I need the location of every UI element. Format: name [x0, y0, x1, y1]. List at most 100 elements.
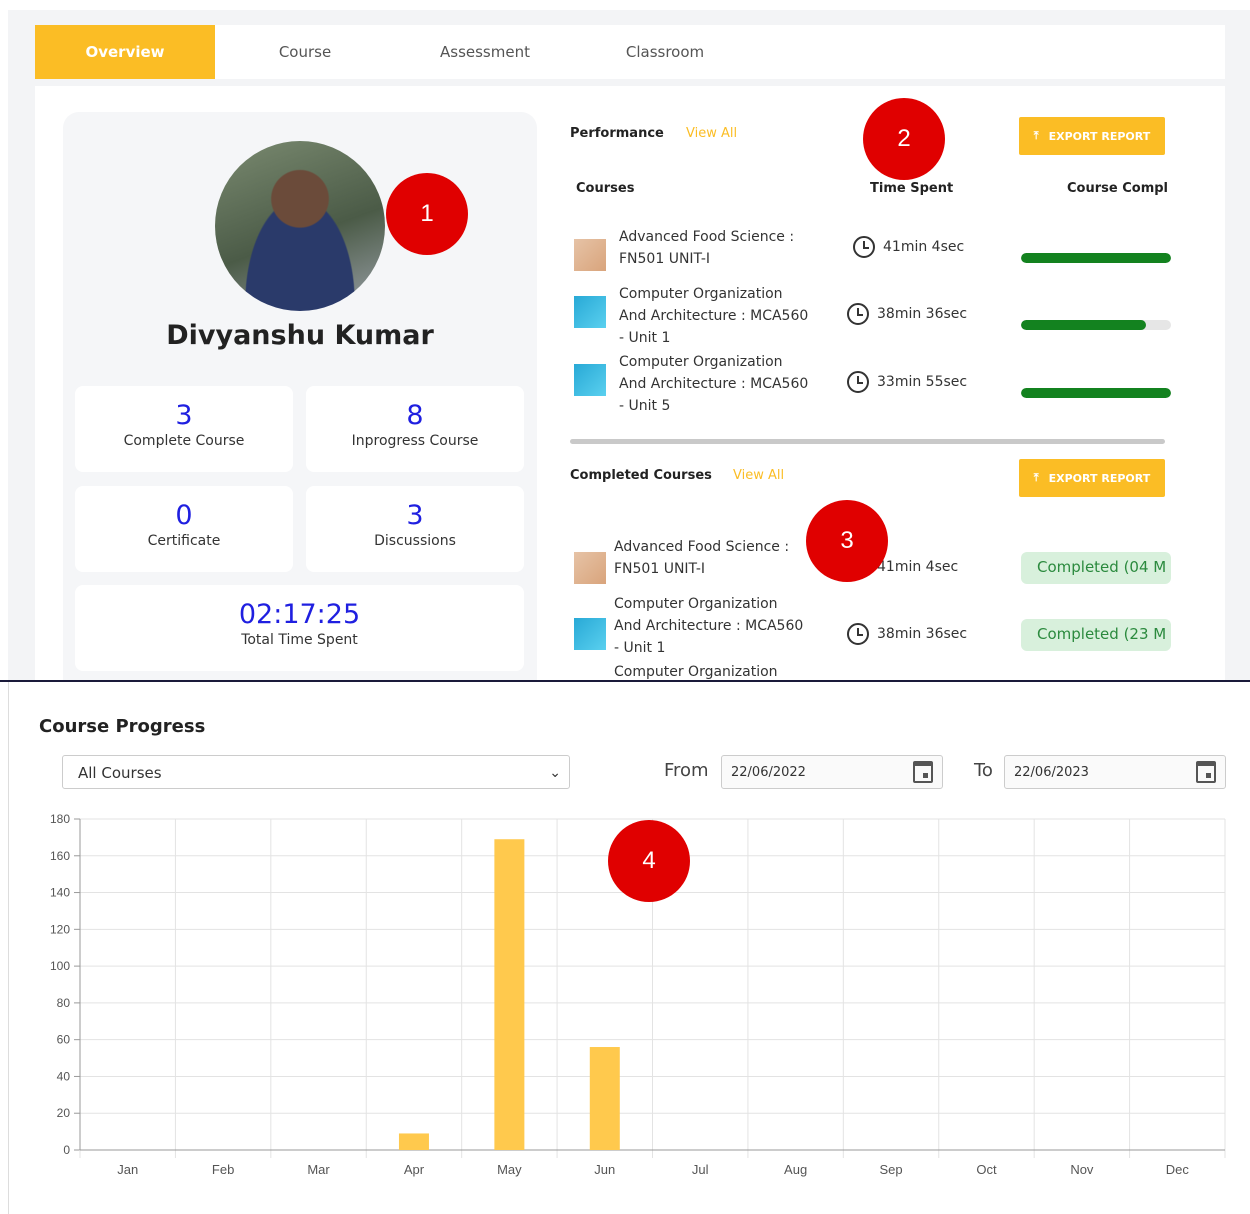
export-label: EXPORT REPORT: [1048, 471, 1151, 485]
tab-assessment[interactable]: Assessment: [395, 25, 575, 79]
annotation-marker-2: 2: [863, 98, 945, 180]
to-date-input[interactable]: 22/06/2023: [1004, 755, 1226, 789]
course-name: Computer Organization And Architecture :…: [619, 286, 809, 346]
section-divider: [0, 680, 1250, 682]
y-tick-label: 180: [50, 812, 70, 826]
to-date-value: 22/06/2023: [1014, 765, 1089, 780]
y-tick-label: 80: [57, 996, 71, 1010]
stat-label: Total Time Spent: [241, 632, 358, 648]
export-report-button[interactable]: ⤒ EXPORT REPORT: [1019, 459, 1165, 497]
course-select[interactable]: All Courses ⌄: [62, 755, 570, 789]
to-label: To: [974, 760, 993, 781]
completed-view-all-link[interactable]: View All: [733, 468, 784, 483]
from-date-input[interactable]: 22/06/2022: [721, 755, 943, 789]
x-tick-label: May: [497, 1162, 522, 1177]
clock-icon: [853, 236, 875, 258]
stat-total-time: 02:17:25 Total Time Spent: [75, 585, 524, 671]
x-tick-label: Jun: [594, 1162, 615, 1177]
time-spent: 41min 4sec: [853, 236, 964, 258]
horizontal-scrollbar[interactable]: [570, 439, 1165, 444]
x-tick-label: Oct: [976, 1162, 997, 1177]
completed-row[interactable]: Computer Organization: [570, 661, 1170, 680]
completed-status-badge: Completed (23 M: [1021, 619, 1171, 651]
stat-value: 8: [406, 400, 424, 431]
completion-progress-bar: [1021, 320, 1171, 330]
time-spent: 33min 55sec: [847, 371, 967, 393]
course-select-value: All Courses: [78, 764, 162, 782]
completed-row[interactable]: Computer Organization And Architecture :…: [570, 593, 1171, 659]
performance-row[interactable]: Computer Organization And Architecture :…: [570, 283, 1171, 349]
performance-row[interactable]: Computer Organization And Architecture :…: [570, 351, 1171, 417]
stat-value: 02:17:25: [238, 599, 361, 630]
course-thumbnail: [574, 552, 606, 584]
time-value: 41min 4sec: [877, 559, 959, 575]
course-name: Advanced Food Science : FN501 UNIT-I: [614, 539, 790, 577]
calendar-icon[interactable]: [913, 761, 933, 783]
column-header-time-spent: Time Spent: [870, 181, 954, 196]
annotation-marker-3: 3: [806, 500, 888, 582]
y-tick-label: 60: [57, 1033, 71, 1047]
bar: [398, 1133, 429, 1150]
course-name: Computer Organization And Architecture :…: [614, 596, 804, 656]
annotation-marker-4: 4: [608, 820, 690, 902]
y-tick-label: 20: [57, 1106, 71, 1120]
bar: [494, 839, 525, 1150]
stat-value: 3: [175, 400, 193, 431]
export-label: EXPORT REPORT: [1048, 129, 1151, 143]
dashboard-panel: Overview Course Assessment Classroom Div…: [8, 10, 1250, 680]
course-thumbnail: [574, 618, 606, 650]
left-border: [8, 682, 9, 1214]
time-spent: 38min 36sec: [847, 303, 967, 325]
time-value: 33min 55sec: [877, 374, 968, 390]
stat-value: 3: [406, 500, 424, 531]
time-spent: 38min 36sec: [847, 623, 967, 645]
y-tick-label: 40: [57, 1069, 71, 1083]
profile-name: Divyanshu Kumar: [166, 320, 434, 351]
annotation-marker-1: 1: [386, 173, 468, 255]
completion-progress-bar: [1021, 253, 1171, 263]
completed-status-badge: Completed (04 M: [1021, 552, 1171, 584]
time-value: 38min 36sec: [877, 626, 968, 642]
course-thumbnail: [574, 296, 606, 328]
tab-overview[interactable]: Overview: [35, 25, 215, 79]
course-name: Advanced Food Science : FN501 UNIT-I: [619, 229, 795, 267]
course-name: Computer Organization: [614, 664, 778, 680]
y-tick-label: 140: [50, 886, 70, 900]
stat-label: Inprogress Course: [351, 433, 479, 449]
course-progress-title: Course Progress: [39, 716, 206, 737]
x-tick-label: Dec: [1166, 1162, 1190, 1177]
tab-bar: Overview Course Assessment Classroom: [35, 25, 1225, 79]
overview-card: Divyanshu Kumar 3 Complete Course 8 Inpr…: [35, 86, 1225, 680]
x-tick-label: Sep: [879, 1162, 902, 1177]
x-tick-label: Aug: [784, 1162, 807, 1177]
progress-fill: [1021, 320, 1146, 330]
from-label: From: [664, 760, 709, 781]
stat-value: 0: [175, 500, 193, 531]
calendar-icon[interactable]: [1196, 761, 1216, 783]
chevron-down-icon: ⌄: [549, 765, 561, 781]
tab-classroom[interactable]: Classroom: [575, 25, 755, 79]
column-header-courses: Courses: [576, 181, 635, 196]
y-tick-label: 100: [50, 959, 70, 973]
profile-panel: Divyanshu Kumar 3 Complete Course 8 Inpr…: [63, 112, 537, 680]
completion-progress-bar: [1021, 388, 1171, 398]
progress-fill: [1021, 388, 1171, 398]
x-tick-label: Jul: [692, 1162, 709, 1177]
tab-course[interactable]: Course: [215, 25, 395, 79]
export-report-button[interactable]: ⤒ EXPORT REPORT: [1019, 117, 1165, 155]
column-header-course-completion: Course Compl: [1067, 181, 1168, 196]
stat-label: Discussions: [374, 533, 456, 549]
performance-title: Performance: [570, 126, 664, 141]
y-tick-label: 0: [63, 1143, 70, 1157]
from-date-value: 22/06/2022: [731, 765, 806, 780]
course-thumbnail: [574, 364, 606, 396]
x-tick-label: Apr: [404, 1162, 425, 1177]
x-tick-label: Mar: [307, 1162, 330, 1177]
performance-view-all-link[interactable]: View All: [686, 126, 737, 141]
time-value: 41min 4sec: [883, 239, 965, 255]
stat-inprogress-course: 8 Inprogress Course: [306, 386, 524, 472]
bar: [589, 1047, 620, 1150]
upload-icon: ⤒: [1033, 471, 1039, 484]
x-tick-label: Nov: [1070, 1162, 1094, 1177]
stat-certificate: 0 Certificate: [75, 486, 293, 572]
